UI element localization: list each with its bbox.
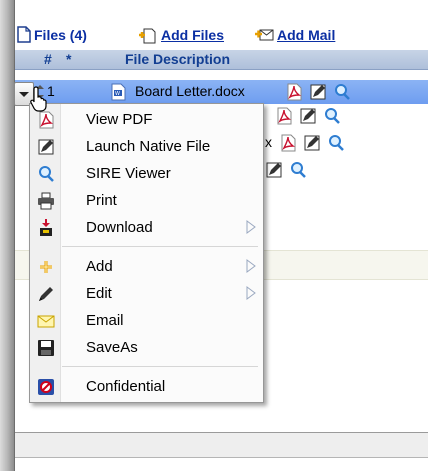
- row-context-menu: View PDF Launch Native File SIRE Viewer …: [29, 103, 264, 403]
- pencil-icon[interactable]: [265, 161, 283, 179]
- menu-item-saveas[interactable]: SaveAs: [30, 335, 263, 361]
- window-frame-left: [0, 0, 15, 471]
- pencil-icon[interactable]: [299, 107, 317, 125]
- table-row[interactable]: 1 W Board Letter.docx: [15, 80, 428, 104]
- hand-cursor-icon: [30, 86, 47, 112]
- add-files-icon: [139, 28, 156, 44]
- magnifier-icon: [39, 166, 54, 182]
- svg-text:W: W: [115, 91, 120, 97]
- add-mail-icon: [255, 29, 274, 41]
- grid-header: # * File Description: [15, 50, 428, 70]
- files-count-label: Files (4): [34, 26, 87, 43]
- confidential-icon: [38, 379, 54, 395]
- menu-item-label: Add: [86, 258, 113, 275]
- submenu-arrow-icon: [246, 220, 256, 234]
- status-bar: [15, 432, 428, 458]
- row-actions: [279, 134, 345, 152]
- file-name-fragment: x: [265, 134, 272, 150]
- magnifier-icon[interactable]: [289, 161, 307, 179]
- menu-item-view-pdf[interactable]: View PDF: [30, 107, 263, 133]
- menu-item-download[interactable]: Download: [30, 215, 263, 241]
- header-star[interactable]: *: [66, 51, 71, 67]
- add-files-label: Add Files: [161, 27, 225, 43]
- menu-item-label: Print: [86, 192, 117, 209]
- document-icon: [17, 26, 31, 43]
- pdf-icon[interactable]: [285, 83, 303, 101]
- header-file-description[interactable]: File Description: [125, 51, 230, 67]
- pencil-icon[interactable]: [309, 83, 327, 101]
- magnifier-icon[interactable]: [323, 107, 341, 125]
- menu-item-launch-native-file[interactable]: Launch Native File: [30, 134, 263, 160]
- pencil-icon: [38, 139, 54, 155]
- pdf-icon: [39, 111, 54, 129]
- menu-item-label: Confidential: [86, 378, 166, 395]
- files-count-link[interactable]: Files (4): [17, 26, 87, 43]
- menu-item-label: Download: [86, 219, 153, 236]
- menu-separator: [62, 246, 258, 247]
- submenu-arrow-icon: [246, 259, 256, 273]
- pdf-icon[interactable]: [279, 134, 297, 152]
- header-num[interactable]: #: [44, 51, 52, 67]
- envelope-icon: [37, 315, 55, 328]
- floppy-disk-icon: [38, 340, 54, 356]
- files-toolbar: Files (4) Add Files Add Mail: [15, 24, 428, 48]
- add-icon: [40, 261, 52, 273]
- add-mail-label: Add Mail: [277, 27, 336, 43]
- download-icon: [40, 219, 52, 236]
- word-document-icon: W: [111, 83, 126, 101]
- add-mail-button[interactable]: Add Mail: [254, 26, 335, 44]
- menu-item-confidential[interactable]: Confidential: [30, 374, 263, 400]
- edit-pencil-icon: [39, 287, 53, 301]
- menu-item-label: SIRE Viewer: [86, 165, 171, 182]
- menu-item-label: Edit: [86, 285, 112, 302]
- pencil-icon[interactable]: [303, 134, 321, 152]
- menu-item-label: Launch Native File: [86, 138, 211, 155]
- magnifier-icon[interactable]: [327, 134, 345, 152]
- menu-item-edit[interactable]: Edit: [30, 281, 263, 307]
- add-files-button[interactable]: Add Files: [138, 26, 224, 44]
- pdf-icon[interactable]: [275, 107, 293, 125]
- row-actions: [285, 83, 351, 101]
- row-actions: [275, 107, 341, 125]
- menu-item-sire-viewer[interactable]: SIRE Viewer: [30, 161, 263, 187]
- menu-item-email[interactable]: Email: [30, 308, 263, 334]
- menu-item-add[interactable]: Add: [30, 254, 263, 280]
- printer-icon: [38, 192, 54, 210]
- menu-item-label: SaveAs: [86, 339, 138, 356]
- magnifier-icon[interactable]: [333, 83, 351, 101]
- submenu-arrow-icon: [246, 286, 256, 300]
- menu-item-print[interactable]: Print: [30, 188, 263, 214]
- row-actions: [265, 161, 307, 179]
- menu-item-label: View PDF: [86, 111, 153, 128]
- file-name[interactable]: Board Letter.docx: [135, 83, 245, 99]
- menu-item-label: Email: [86, 312, 124, 329]
- menu-separator: [62, 366, 258, 367]
